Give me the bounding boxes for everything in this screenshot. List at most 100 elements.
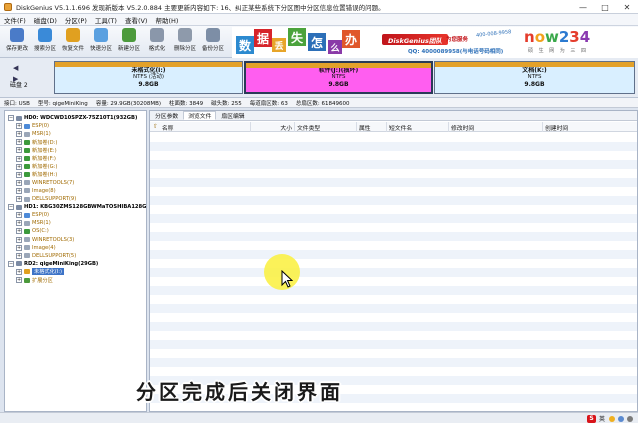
delete-partition-label: 删除分区 — [173, 46, 196, 52]
expand-icon[interactable]: + — [16, 212, 22, 219]
expand-icon[interactable]: + — [16, 277, 22, 283]
folder-up-icon[interactable]: ⇧ — [153, 124, 158, 130]
expand-icon[interactable]: + — [16, 163, 22, 170]
file-list[interactable] — [150, 133, 637, 411]
expand-icon[interactable]: + — [16, 268, 22, 275]
tree-partition[interactable]: + ESP(0) — [16, 211, 49, 219]
expand-icon[interactable]: + — [16, 171, 22, 178]
expand-icon[interactable]: + — [16, 131, 22, 138]
expand-icon[interactable]: + — [16, 187, 22, 194]
partition-block-j[interactable]: 软件(J:)(损坏) NTFS 9.8GB — [244, 61, 433, 94]
tree-partition[interactable]: + ESP(0) — [16, 122, 49, 130]
partition-block-k[interactable]: 文档(K:) NTFS 9.8GB — [434, 61, 635, 94]
menu-help[interactable]: 帮助(H) — [151, 15, 182, 25]
microphone-icon[interactable] — [618, 415, 624, 422]
expand-icon[interactable]: + — [16, 252, 22, 259]
format-button[interactable]: 格式化 — [144, 28, 170, 56]
expand-icon[interactable]: + — [16, 179, 22, 186]
column-short-name[interactable]: 短文件名 — [386, 122, 448, 132]
tree-partition[interactable]: + DELLSUPPORT(5) — [16, 252, 76, 260]
column-size[interactable]: 大小 — [250, 122, 294, 132]
backup-partition-button[interactable]: 备份分区 — [200, 28, 226, 56]
delete-partition-button[interactable]: 删除分区 — [172, 28, 198, 56]
emoji-icon[interactable] — [609, 415, 615, 422]
tree-partition[interactable]: + MSR(1) — [16, 130, 51, 138]
column-name[interactable]: ⇧ 名称 — [150, 122, 250, 132]
tree-partition[interactable]: + Image(4) — [16, 244, 56, 252]
disk-tree[interactable]: − HD0: WDCWD10SPZX-75Z10T1(932GB) + ESP(0) +… — [4, 110, 147, 412]
expand-icon[interactable]: + — [16, 228, 22, 235]
tree-partition[interactable]: + WINRETOOLS(3) — [16, 236, 74, 244]
column-created-time[interactable]: 创建时间 — [542, 122, 637, 132]
tree-partition[interactable]: + MSR(1) — [16, 219, 51, 227]
expand-icon[interactable]: + — [16, 220, 22, 227]
banner-char: 丢 — [272, 38, 286, 52]
minimize-button[interactable]: — — [572, 0, 594, 14]
menu-bar: 文件(F) 磁盘(D) 分区(P) 工具(T) 查看(V) 帮助(H) — [0, 14, 638, 26]
partition-icon — [24, 196, 30, 202]
menu-partition[interactable]: 分区(P) — [61, 15, 91, 25]
search-partition-button[interactable]: 搜索分区 — [32, 28, 58, 56]
expand-icon[interactable]: + — [16, 139, 22, 146]
tree-partition[interactable]: + DELLSUPPORT(9) — [16, 195, 76, 203]
save-changes-button[interactable]: 保存更改 — [4, 28, 30, 56]
ad-banner[interactable]: 数 据 丢 失 怎 么 办 DiskGenius团队 为您服务 400-008-… — [232, 27, 638, 58]
menu-disk[interactable]: 磁盘(D) — [30, 15, 61, 25]
expand-icon[interactable]: + — [16, 123, 22, 130]
tree-partition[interactable]: + 未格式化(I:) — [16, 268, 65, 276]
tree-item-label: WINRETOOLS(3) — [32, 236, 75, 243]
partition-icon — [24, 139, 30, 145]
ime-logo-icon[interactable]: S — [586, 414, 596, 423]
collapse-icon[interactable]: − — [8, 260, 14, 267]
expand-icon[interactable]: + — [16, 155, 22, 162]
partition-block-i[interactable]: 未格式化(I:) NTFS (活动) 9.8GB — [54, 61, 243, 94]
column-modified-time[interactable]: 修改时间 — [448, 122, 542, 132]
prev-disk-icon[interactable]: ◀ — [13, 63, 18, 74]
expand-icon[interactable]: + — [16, 244, 22, 251]
quick-partition-button[interactable]: 快速分区 — [88, 28, 114, 56]
tree-item-label: 新加卷(F:) — [32, 156, 56, 162]
column-file-type[interactable]: 文件类型 — [294, 122, 356, 132]
tree-partition[interactable]: + 扩展分区 — [16, 276, 53, 284]
tree-item-label: WINRETOOLS(7) — [32, 179, 75, 186]
collapse-icon[interactable]: − — [8, 204, 14, 211]
expand-icon[interactable]: + — [16, 236, 22, 243]
menu-tools[interactable]: 工具(T) — [91, 15, 121, 25]
tree-partition[interactable]: + OS(C:) — [16, 227, 49, 235]
tree-partition[interactable]: + Image(8) — [16, 187, 56, 195]
tree-item-label: HD1: KBG30ZMS128GBWMaTOSHIBA128GB — [24, 204, 147, 211]
partition-size: 9.8GB — [328, 81, 349, 88]
tree-item-label: 新加卷(E:) — [32, 147, 57, 154]
tree-disk[interactable]: − RD2: qigeMiniKing(29GB) — [8, 260, 98, 268]
disk-capacity: 容量: 29.9GB(30208MB) — [95, 100, 162, 107]
tree-item-label: DELLSUPPORT(9) — [32, 196, 77, 202]
menu-file[interactable]: 文件(F) — [0, 15, 30, 25]
close-button[interactable]: ✕ — [616, 0, 638, 14]
tree-partition[interactable]: + 新加卷(F:) — [16, 155, 56, 163]
expand-icon[interactable]: + — [16, 147, 22, 154]
new-partition-button[interactable]: 新建分区 — [116, 28, 142, 56]
tree-disk[interactable]: − HD0: WDCWD10SPZX-75Z10T1(932GB) — [8, 114, 137, 122]
collapse-icon[interactable]: − — [8, 115, 14, 121]
partition-fs: NTFS (活动) — [132, 74, 165, 80]
tab-partition-params[interactable]: 分区参数 — [150, 111, 183, 120]
maximize-button[interactable]: □ — [594, 0, 616, 14]
recover-file-button[interactable]: 恢复文件 — [60, 28, 86, 56]
tree-partition[interactable]: + 新加卷(G:) — [16, 163, 57, 171]
menu-view[interactable]: 查看(V) — [121, 15, 152, 25]
support-qq: QQ: 4000089958(与电话号码相同) — [408, 49, 504, 55]
disk-info-bar: 接口: USB 型号: qigeMiniKing 容量: 29.9GB(3020… — [0, 98, 638, 108]
column-attributes[interactable]: 属性 — [356, 122, 386, 132]
tree-disk[interactable]: − HD1: KBG30ZMS128GBWMaTOSHIBA128GB — [8, 203, 147, 211]
keyboard-icon[interactable] — [627, 415, 633, 422]
partition-icon — [24, 131, 30, 137]
tree-partition[interactable]: + WINRETOOLS(7) — [16, 179, 74, 187]
tree-item-label: DELLSUPPORT(5) — [32, 252, 77, 259]
tab-sector-edit[interactable]: 扇区编辑 — [216, 111, 249, 120]
ime-language[interactable]: 英 — [599, 414, 605, 423]
tree-partition[interactable]: + 新加卷(E:) — [16, 146, 57, 154]
tree-partition[interactable]: + 新加卷(H:) — [16, 171, 57, 179]
tree-partition[interactable]: + 新加卷(D:) — [16, 138, 57, 146]
expand-icon[interactable]: + — [16, 196, 22, 202]
tab-browse-files[interactable]: 浏览文件 — [183, 111, 217, 120]
